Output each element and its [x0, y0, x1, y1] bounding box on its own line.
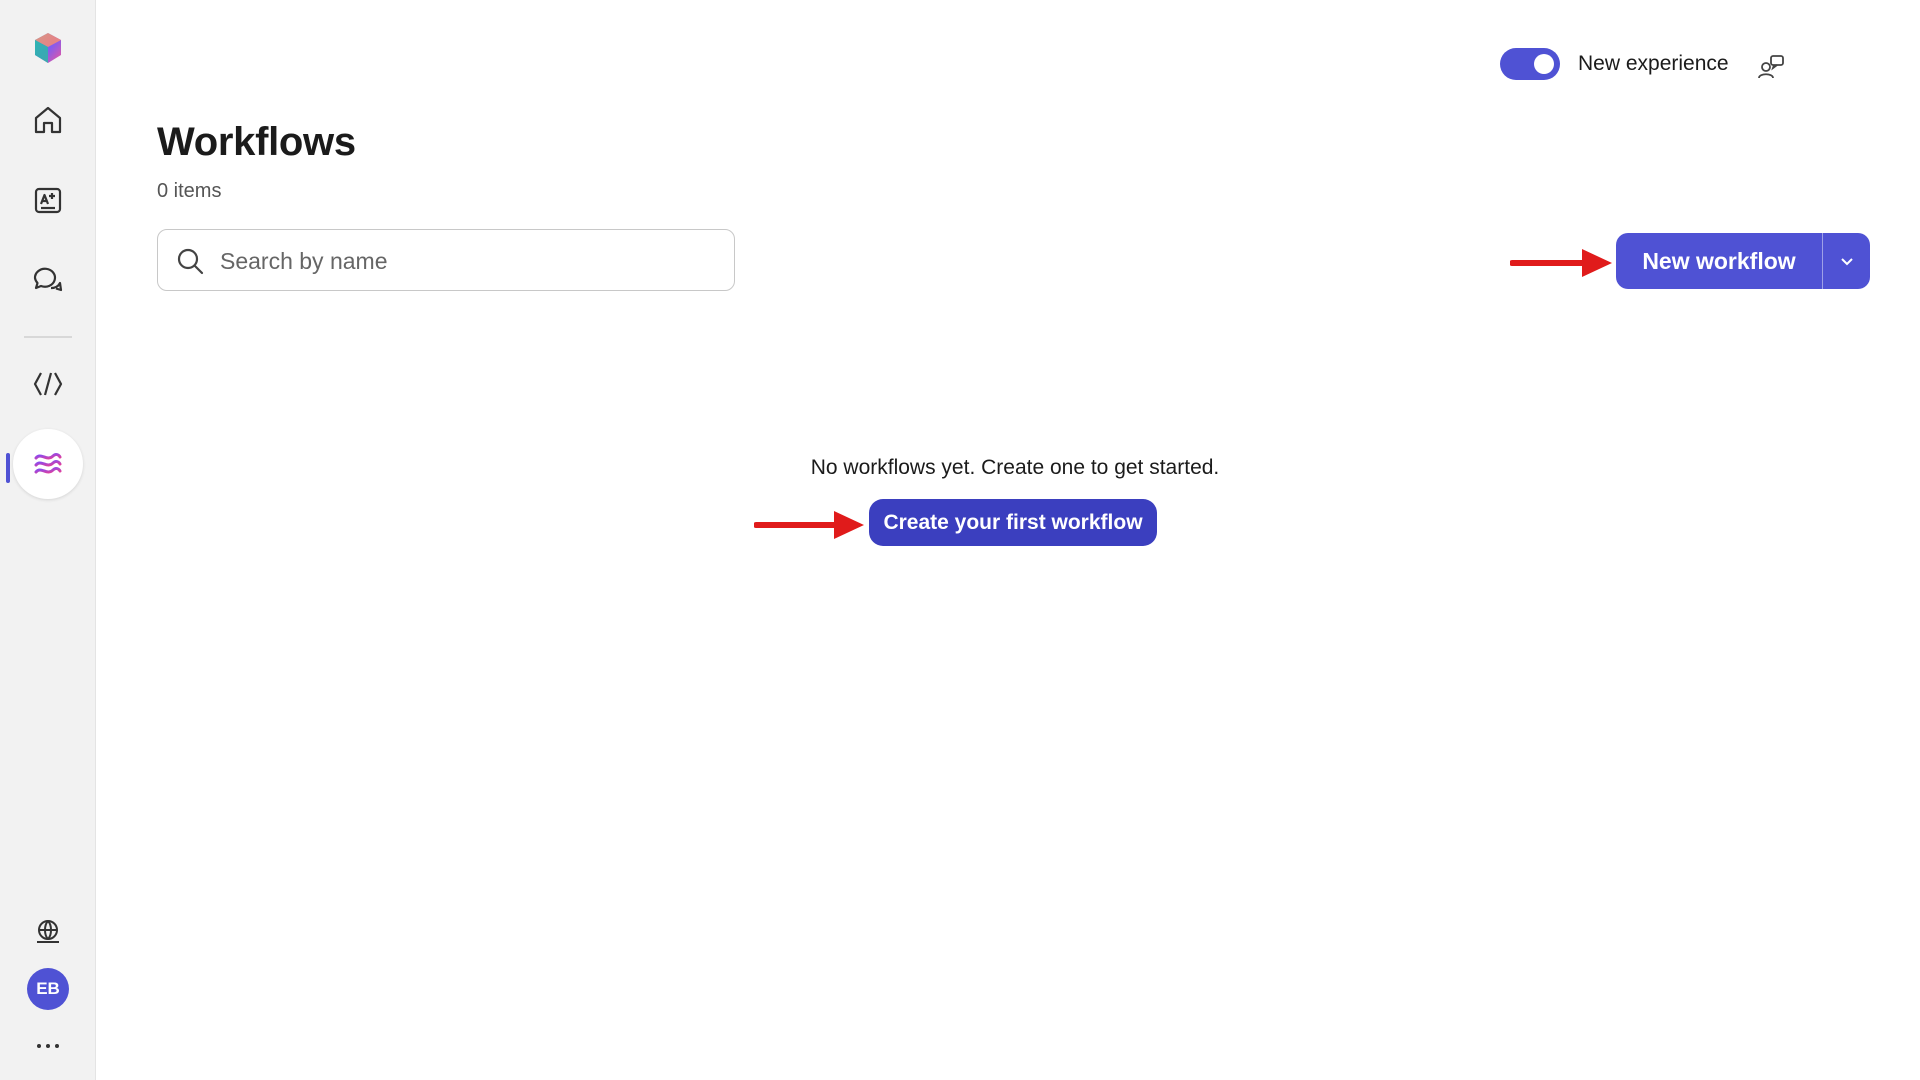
- new-experience-label: New experience: [1578, 52, 1729, 75]
- item-count: 0 items: [157, 180, 222, 202]
- new-experience-toggle[interactable]: [1500, 48, 1560, 80]
- more-options-icon[interactable]: [30, 1036, 66, 1056]
- new-workflow-button[interactable]: New workflow: [1616, 233, 1822, 289]
- active-indicator: [6, 453, 10, 483]
- feedback-icon[interactable]: [1756, 50, 1786, 80]
- new-workflow-split-button: New workflow: [1616, 233, 1870, 289]
- create-icon[interactable]: [16, 168, 80, 232]
- search-box: [157, 229, 735, 291]
- annotation-arrow: [1510, 249, 1612, 277]
- chat-icon[interactable]: [16, 248, 80, 312]
- agents-icon[interactable]: [16, 352, 80, 416]
- app-logo-icon[interactable]: [16, 16, 80, 80]
- new-workflow-dropdown[interactable]: [1823, 233, 1870, 289]
- create-first-workflow-button[interactable]: Create your first workflow: [869, 499, 1157, 546]
- globe-icon[interactable]: [16, 900, 80, 964]
- top-bar: New experience: [1500, 44, 1920, 84]
- avatar[interactable]: EB: [27, 968, 69, 1010]
- chevron-down-icon: [1840, 258, 1853, 266]
- workflows-icon[interactable]: [13, 429, 83, 499]
- page-title: Workflows: [157, 120, 356, 164]
- avatar-initials: EB: [36, 979, 60, 998]
- annotation-arrow: [754, 511, 864, 539]
- search-input[interactable]: [218, 240, 722, 282]
- rail-divider: [24, 336, 72, 338]
- search-icon: [177, 248, 204, 275]
- home-icon[interactable]: [16, 88, 80, 152]
- empty-state-message: No workflows yet. Create one to get star…: [810, 456, 1220, 479]
- nav-rail: EB: [0, 0, 96, 1080]
